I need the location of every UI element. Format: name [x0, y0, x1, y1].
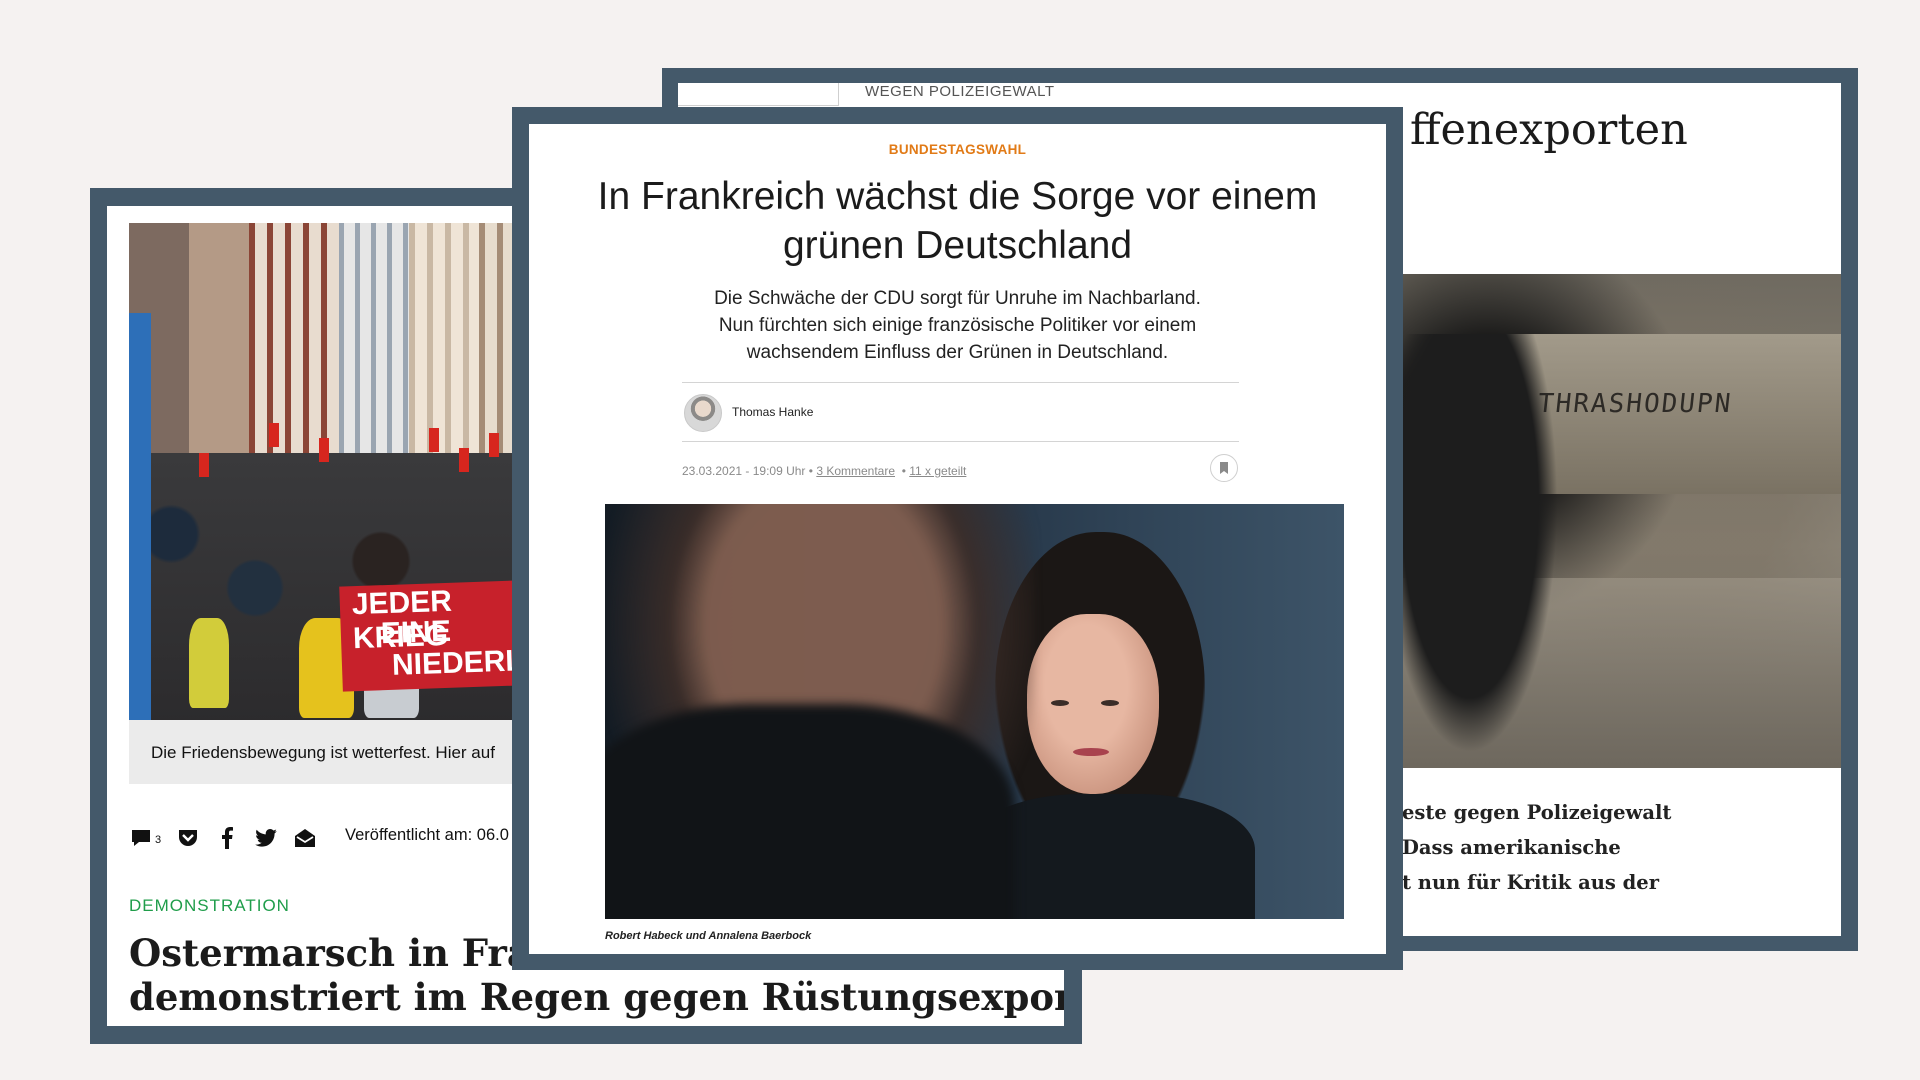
photo-building	[249, 223, 339, 453]
photo-eye	[1051, 700, 1069, 706]
left-photo-caption: Die Friedensbewegung ist wetterfest. Hie…	[151, 743, 495, 762]
divider	[682, 441, 1239, 442]
photo-person	[189, 618, 229, 708]
comment-count: 3	[155, 834, 162, 846]
photo-flag	[429, 428, 439, 452]
center-headline-line: grünen Deutschland	[782, 224, 1133, 267]
photo-man-body	[605, 704, 1015, 919]
divider	[682, 382, 1239, 383]
photo-building	[409, 223, 479, 453]
twitter-icon[interactable]	[254, 826, 278, 850]
comment-icon[interactable]: 3	[129, 826, 161, 850]
photo-eye	[1101, 700, 1119, 706]
photo-officer	[1398, 334, 1558, 754]
center-headline-line: In Frankreich wächst die Sorge vor einem	[597, 175, 1318, 218]
center-photo-caption: Robert Habeck und Annalena Baerbock	[605, 930, 812, 942]
left-photo-caption-box: Die Friedensbewegung ist wetterfest. Hie…	[129, 720, 549, 784]
author-avatar[interactable]	[684, 394, 722, 432]
photo-woman-face	[1027, 614, 1159, 794]
photo-lips	[1073, 748, 1109, 756]
meta-separator: •	[898, 464, 910, 478]
right-teaser-line: este gegen Polizeigewalt	[1402, 801, 1672, 824]
center-lead-line: wachsendem Einfluss der Grünen in Deutsc…	[746, 342, 1169, 363]
bookmark-button[interactable]	[1210, 454, 1238, 482]
mail-icon[interactable]	[293, 826, 317, 850]
article-card-center[interactable]: BUNDESTAGSWAHL In Frankreich wächst die …	[512, 107, 1403, 970]
left-headline-line: demonstriert im Regen gegen Rüstungsexpo…	[129, 975, 1064, 1019]
photo-flag	[269, 423, 279, 447]
banner-text: EINE	[380, 614, 452, 651]
center-headline[interactable]: In Frankreich wächst die Sorge vor einem…	[529, 172, 1386, 270]
center-lead: Die Schwäche der CDU sorgt für Unruhe im…	[529, 285, 1386, 366]
right-teaser-line: Dass amerikanische	[1402, 836, 1621, 859]
photo-graffiti: THRASHODUPN	[1536, 389, 1734, 419]
photo-flag	[459, 448, 469, 472]
right-article-photo[interactable]: THRASHODUPN	[1398, 274, 1841, 768]
photo-blue-flag	[129, 313, 151, 720]
right-teaser-line: t nun für Kritik aus der	[1402, 871, 1659, 894]
left-article-photo[interactable]: JEDER KRIEG EINE NIEDERLAGE	[129, 223, 549, 720]
right-kicker: WEGEN POLIZEIGEWALT	[865, 83, 1055, 100]
facebook-icon[interactable]	[215, 826, 239, 850]
pocket-icon[interactable]	[176, 826, 200, 850]
photo-building	[339, 223, 409, 453]
center-article-photo[interactable]	[605, 504, 1344, 919]
article-date: 23.03.2021 - 19:09 Uhr	[682, 464, 806, 478]
left-kicker: DEMONSTRATION	[129, 896, 290, 915]
photo-flag	[199, 453, 209, 477]
shares-link[interactable]: 11 x geteilt	[909, 464, 966, 478]
photo-flag	[319, 438, 329, 462]
article-card-center-content: BUNDESTAGSWAHL In Frankreich wächst die …	[529, 124, 1386, 954]
right-headline[interactable]: ffenexporten	[1410, 105, 1688, 155]
center-kicker: BUNDESTAGSWAHL	[888, 142, 1027, 157]
photo-flag	[489, 433, 499, 457]
comments-link[interactable]: 3 Kommentare	[816, 464, 895, 478]
nav-box	[678, 83, 839, 106]
author-name[interactable]: Thomas Hanke	[732, 405, 813, 419]
share-bar: 3	[129, 823, 332, 853]
bookmark-icon	[1220, 462, 1228, 474]
right-teaser: este gegen Polizeigewalt Dass amerikanis…	[1402, 795, 1841, 900]
center-lead-line: Nun fürchten sich einige französische Po…	[718, 315, 1197, 336]
article-meta: 23.03.2021 - 19:09 Uhr • 3 Kommentare • …	[682, 464, 966, 478]
center-lead-line: Die Schwäche der CDU sorgt für Unruhe im…	[714, 288, 1201, 309]
left-published-date: Veröffentlicht am: 06.0	[345, 826, 509, 844]
